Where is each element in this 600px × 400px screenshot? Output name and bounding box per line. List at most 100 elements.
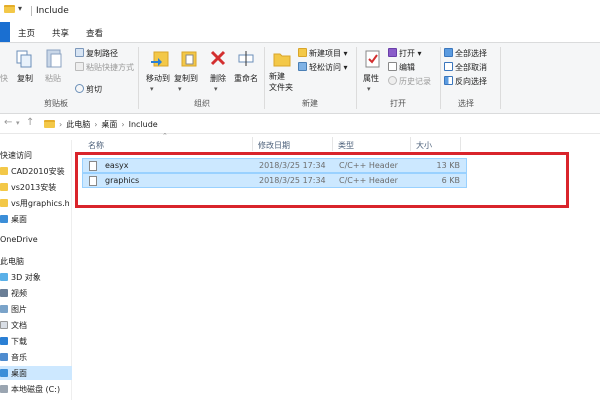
tab-view[interactable]: 查看 [86, 27, 103, 39]
copy-to-button[interactable]: 复制到 [174, 73, 198, 84]
nav-item-vs2013[interactable]: vs2013安装 [0, 180, 56, 194]
sort-ascending-icon: ⌃ [162, 132, 168, 140]
column-divider[interactable] [460, 137, 461, 151]
title-bar: ▾ Include [0, 0, 600, 22]
clipboard-group-label: 剪贴板 [44, 99, 68, 108]
red-highlight-box [75, 152, 569, 208]
column-divider[interactable] [332, 137, 333, 151]
easy-access-button[interactable]: 轻松访问 ▾ [298, 62, 348, 73]
download-icon [0, 337, 8, 345]
pin-quick-access-button[interactable]: 快 [0, 73, 8, 84]
folder-icon [0, 183, 8, 191]
cut-button[interactable]: 剪切 [75, 84, 102, 95]
breadcrumb-include[interactable]: Include [129, 120, 158, 129]
rename-button[interactable]: 重命名 [234, 73, 258, 84]
nav-this-pc[interactable]: 此电脑 [0, 254, 24, 268]
delete-icon [209, 49, 227, 69]
up-arrow-icon[interactable]: ↑ [26, 117, 34, 128]
nav-item-desktop[interactable]: 桌面 [0, 366, 72, 380]
nav-item-cad2010[interactable]: CAD2010安装 [0, 164, 65, 178]
video-icon [0, 289, 8, 297]
invert-selection-button[interactable]: 反向选择 [444, 76, 487, 87]
chevron-right-icon: › [121, 119, 125, 129]
music-icon [0, 353, 8, 361]
ribbon: 快 复制 粘贴 复制路径 粘贴快捷方式 剪切 剪贴板 移动到 ▾ 复制到 ▾ 删… [0, 42, 600, 114]
column-divider[interactable] [252, 137, 253, 151]
copy-path-icon [75, 48, 84, 57]
nav-item-vs-graphics[interactable]: vs用graphics.h [0, 196, 70, 210]
address-bar-row: ← ▾ ↑ › 此电脑 › 桌面 › Include [0, 114, 600, 134]
ribbon-separator [264, 47, 265, 109]
copy-button[interactable]: 复制 [17, 73, 33, 84]
properties-icon [364, 49, 382, 69]
new-folder-button[interactable]: 新建 文件夹 [269, 71, 293, 93]
window-title: Include [36, 6, 69, 16]
back-arrow-icon[interactable]: ← [4, 117, 12, 128]
column-header-size[interactable]: 大小 [416, 140, 432, 151]
column-header-modified[interactable]: 修改日期 [258, 140, 290, 151]
column-header-name[interactable]: 名称 [88, 140, 104, 151]
paste-icon [45, 47, 63, 68]
properties-dropdown-icon[interactable]: ▾ [367, 85, 371, 93]
copy-to-dropdown-icon[interactable]: ▾ [178, 85, 182, 93]
copy-path-button[interactable]: 复制路径 [75, 48, 118, 59]
desktop-icon [0, 369, 8, 377]
select-none-button[interactable]: 全部取消 [444, 62, 487, 73]
chevron-right-icon: › [94, 119, 98, 129]
picture-icon [0, 305, 8, 313]
nav-quick-access[interactable]: 快速访问 [0, 148, 32, 162]
new-item-button[interactable]: 新建项目 ▾ [298, 48, 348, 59]
rename-icon [237, 49, 255, 69]
nav-item-documents[interactable]: 文档 [0, 318, 27, 332]
select-all-icon [444, 48, 453, 57]
new-item-icon [298, 48, 307, 57]
folder-icon [44, 120, 55, 128]
ribbon-tabs: 主页 共享 查看 [0, 22, 600, 42]
column-divider[interactable] [410, 137, 411, 151]
paste-shortcut-button[interactable]: 粘贴快捷方式 [75, 62, 134, 73]
ribbon-separator [500, 47, 501, 109]
nav-item-videos[interactable]: 视频 [0, 286, 27, 300]
history-button[interactable]: 历史记录 [388, 76, 431, 87]
nav-item-music[interactable]: 音乐 [0, 350, 27, 364]
breadcrumb-desktop[interactable]: 桌面 [101, 119, 117, 130]
invert-selection-icon [444, 76, 453, 85]
nav-item-downloads[interactable]: 下载 [0, 334, 27, 348]
folder-icon [0, 199, 8, 207]
open-button[interactable]: 打开 ▾ [388, 48, 422, 59]
delete-dropdown-icon[interactable]: ▾ [214, 85, 218, 93]
new-group-label: 新建 [302, 99, 318, 108]
move-to-button[interactable]: 移动到 [146, 73, 170, 84]
folder-icon [0, 167, 8, 175]
nav-item-local-disk-c[interactable]: 本地磁盘 (C:) [0, 382, 60, 396]
breadcrumb-this-pc[interactable]: 此电脑 [66, 119, 90, 130]
properties-button[interactable]: 属性 [363, 73, 379, 84]
edit-button[interactable]: 编辑 [388, 62, 415, 73]
nav-onedrive[interactable]: OneDrive [0, 232, 38, 246]
nav-item-3d-objects[interactable]: 3D 对象 [0, 270, 41, 284]
nav-item-desktop-pinned[interactable]: 桌面 [0, 212, 27, 226]
quick-access-dropdown-icon[interactable]: ▾ [18, 4, 29, 15]
delete-button[interactable]: 删除 [210, 73, 226, 84]
breadcrumb[interactable]: › 此电脑 › 桌面 › Include [44, 117, 158, 131]
scissors-icon [75, 84, 84, 93]
copy-to-icon [178, 49, 197, 69]
move-to-dropdown-icon[interactable]: ▾ [150, 85, 154, 93]
copy-icon [15, 49, 33, 69]
open-icon [388, 48, 397, 57]
tab-home[interactable]: 主页 [18, 27, 35, 39]
paste-shortcut-icon [75, 62, 84, 71]
select-all-button[interactable]: 全部选择 [444, 48, 487, 59]
file-tab[interactable] [0, 22, 10, 42]
ribbon-separator [356, 47, 357, 109]
column-header-type[interactable]: 类型 [338, 140, 354, 151]
history-icon [388, 76, 397, 85]
organize-group-label: 组织 [194, 99, 210, 108]
edit-icon [388, 62, 397, 71]
tab-share[interactable]: 共享 [52, 27, 69, 39]
open-group-label: 打开 [390, 99, 406, 108]
recent-dropdown-icon[interactable]: ▾ [16, 119, 20, 127]
move-to-icon [150, 49, 169, 69]
nav-item-pictures[interactable]: 图片 [0, 302, 27, 316]
paste-button[interactable]: 粘贴 [45, 73, 61, 84]
